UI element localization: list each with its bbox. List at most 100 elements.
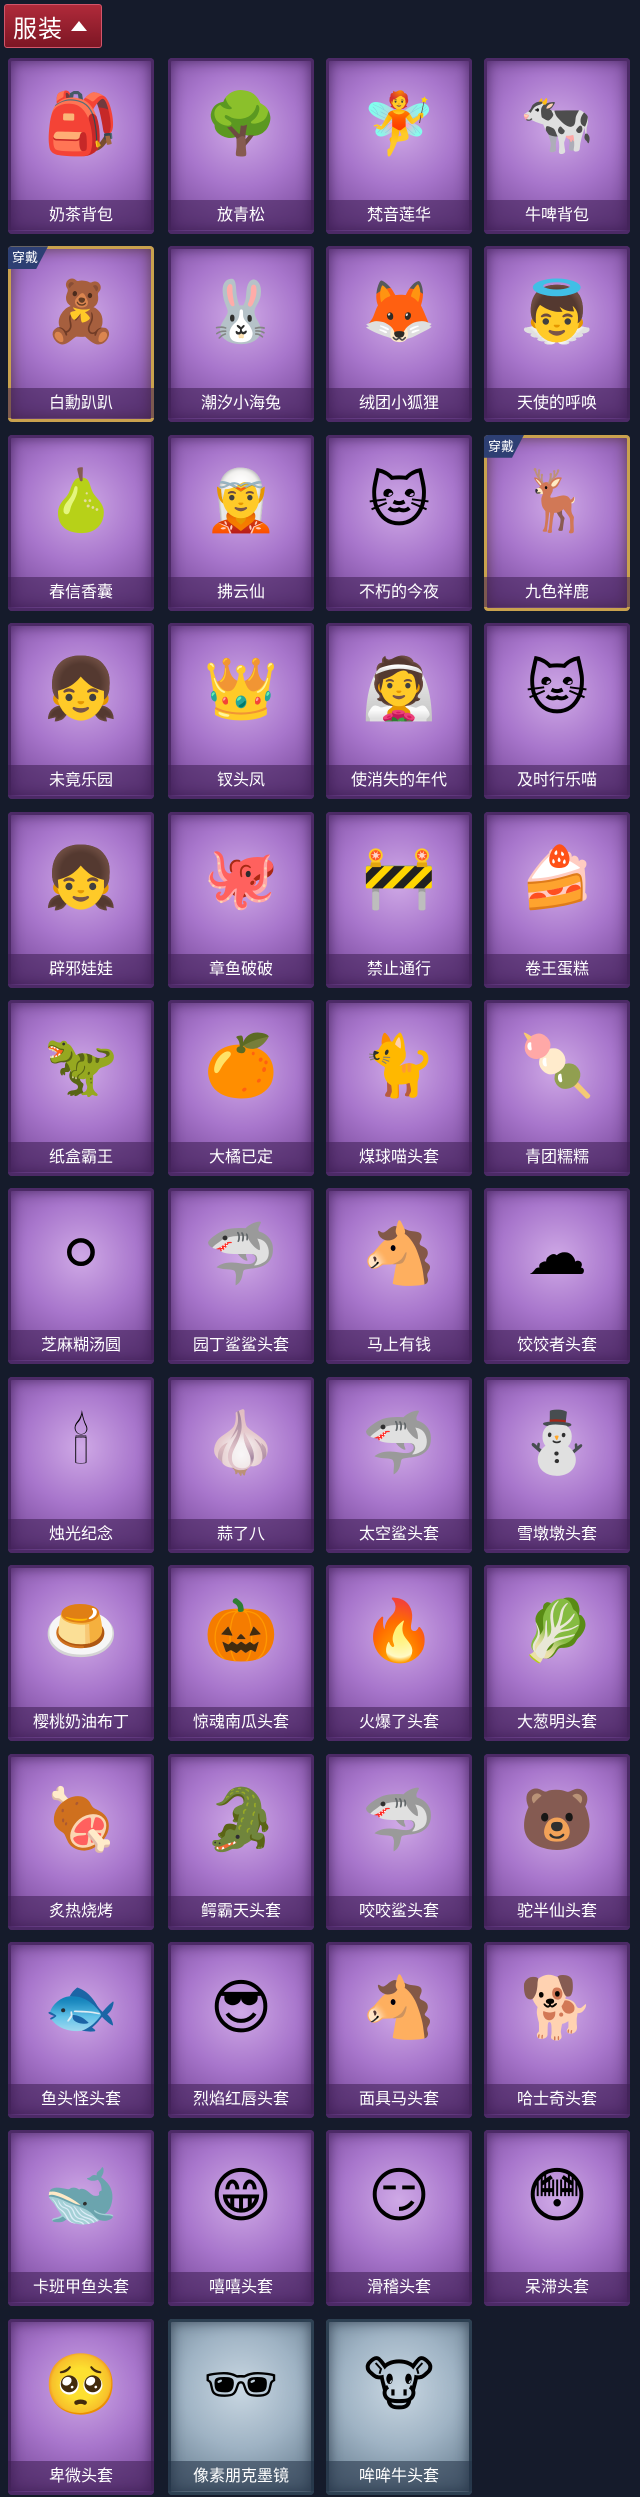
item-name: 驼半仙头套 [484, 1895, 630, 1926]
item-card[interactable]: 🦊 绒团小狐狸 [326, 246, 472, 423]
item-card[interactable]: 🐻 驼半仙头套 [484, 1753, 630, 1930]
item-card[interactable]: 🚧 禁止通行 [326, 811, 472, 988]
item-card[interactable]: 🌳 放青松 [168, 58, 314, 234]
item-card[interactable]: 👧 辟邪娃娃 [8, 811, 154, 988]
dino-box-icon: 🦖 [43, 1031, 119, 1101]
item-card[interactable]: 🍡 青团糯糯 [484, 1000, 630, 1176]
item-name: 烛光纪念 [8, 1518, 154, 1549]
bag-icon: 🎒 [43, 89, 119, 159]
blue-rabbit-icon: 🐰 [203, 277, 279, 348]
item-card[interactable]: 👑 钗头凤 [168, 623, 314, 800]
item-card[interactable]: 🦖 纸盒霸王 [8, 1000, 154, 1176]
octopus-icon: 🐙 [203, 842, 279, 913]
item-name: 卷王蛋糕 [484, 953, 630, 984]
item-card[interactable]: 🧄 蒜了八 [168, 1376, 314, 1553]
item-card[interactable]: ⚪ 芝麻糊汤圆 [8, 1188, 154, 1365]
grin-emoji-icon: 😁 [209, 2161, 273, 2232]
item-name: 牛啤背包 [484, 200, 630, 230]
item-card[interactable]: 🐰 潮汐小海兔 [168, 246, 314, 423]
item-card[interactable]: 👰 使消失的年代 [326, 623, 472, 800]
item-card[interactable]: 🐈 煤球喵头套 [326, 1000, 472, 1176]
item-card[interactable]: 👧 未竟乐园 [8, 623, 154, 800]
barrel-icon: 🐄 [519, 89, 595, 159]
item-name: 大橘已定 [168, 1142, 314, 1172]
item-card[interactable]: 👼 天使的呼唤 [484, 246, 630, 423]
horse-icon: 🐴 [361, 1219, 437, 1290]
item-name: 不朽的今夜 [326, 576, 472, 607]
item-name: 白勳趴趴 [8, 388, 154, 419]
item-name: 辟邪娃娃 [8, 953, 154, 984]
item-name: 呆滞头套 [484, 2272, 630, 2303]
husky-icon: 🐕 [519, 1973, 595, 2043]
item-name: 煤球喵头套 [326, 1142, 472, 1172]
item-name: 梵音莲华 [326, 200, 472, 230]
space-shark-icon: 🦈 [361, 1407, 437, 1478]
item-name: 蒜了八 [168, 1518, 314, 1549]
item-card[interactable]: 😁 嘻嘻头套 [168, 2130, 314, 2307]
item-name: 咬咬鲨头套 [326, 1895, 472, 1926]
item-card[interactable]: 🍊 大橘已定 [168, 1000, 314, 1176]
category-tab-clothing[interactable]: 服装 [4, 4, 102, 48]
item-name: 嘻嘻头套 [168, 2272, 314, 2303]
item-name: 鳄霸天头套 [168, 1895, 314, 1926]
item-card[interactable]: ☁ 饺饺者头套 [484, 1188, 630, 1365]
item-card[interactable]: 🕯 烛光纪念 [8, 1376, 154, 1553]
fairy-icon: 🧝 [203, 465, 279, 536]
item-card[interactable]: 🍮 樱桃奶油布丁 [8, 1565, 154, 1742]
item-card[interactable]: 😏 滑稽头套 [326, 2130, 472, 2307]
item-card[interactable]: 😳 呆滞头套 [484, 2130, 630, 2307]
item-card[interactable]: 🐱 及时行乐喵 [484, 623, 630, 800]
item-card[interactable]: 🧚 梵音莲华 [326, 58, 472, 234]
item-card[interactable]: 😎 烈焰红唇头套 [168, 1942, 314, 2118]
bbq-icon: 🍖 [43, 1784, 119, 1855]
item-card[interactable]: 🔥 火爆了头套 [326, 1565, 472, 1742]
item-name: 太空鲨头套 [326, 1518, 472, 1549]
item-card[interactable]: 🐋 卡班甲鱼头套 [8, 2130, 154, 2307]
collapse-arrow-icon[interactable] [71, 21, 87, 31]
category-title: 服装 [13, 14, 63, 43]
item-card[interactable]: 🍰 卷王蛋糕 [484, 811, 630, 988]
item-card[interactable]: 🦌 穿戴 九色祥鹿 [484, 434, 630, 611]
item-card[interactable]: 🦈 太空鲨头套 [326, 1376, 472, 1553]
item-card[interactable]: 🐊 鳄霸天头套 [168, 1753, 314, 1930]
item-card[interactable]: 🦈 园丁鲨鲨头套 [168, 1188, 314, 1365]
item-card[interactable]: ⛄ 雪墩墩头套 [484, 1376, 630, 1553]
item-name: 绒团小狐狸 [326, 388, 472, 419]
item-name: 滑稽头套 [326, 2272, 472, 2303]
item-card[interactable]: 🎒 奶茶背包 [8, 58, 154, 234]
bonsai-icon: 🌳 [203, 89, 279, 159]
item-card[interactable]: 🐟 鱼头怪头套 [8, 1942, 154, 2118]
item-card[interactable]: 🧝 拂云仙 [168, 434, 314, 611]
item-card[interactable]: 🎃 惊魂南瓜头套 [168, 1565, 314, 1742]
item-card[interactable]: 🍖 炙热烧烤 [8, 1753, 154, 1930]
item-card[interactable]: 🕶 像素朋克墨镜 [168, 2318, 314, 2495]
item-card[interactable]: 🥬 大葱明头套 [484, 1565, 630, 1742]
item-card[interactable]: 🧸 穿戴 白勳趴趴 [8, 246, 154, 423]
shark-bee-icon: 🦈 [203, 1219, 279, 1290]
item-card[interactable]: 🐱 不朽的今夜 [326, 434, 472, 611]
item-card[interactable]: 🥺 卑微头套 [8, 2318, 154, 2495]
item-name: 园丁鲨鲨头套 [168, 1330, 314, 1361]
item-name: 哈士奇头套 [484, 2084, 630, 2114]
pumpkin-icon: 🎃 [203, 1596, 279, 1667]
item-card[interactable]: 🍐 春信香囊 [8, 434, 154, 611]
pink-cat-icon: 🐱 [367, 465, 431, 536]
item-card[interactable]: 🐴 面具马头套 [326, 1942, 472, 2118]
snowman-icon: ⛄ [519, 1407, 595, 1478]
item-card[interactable]: 🐮 哞哞牛头套 [326, 2318, 472, 2495]
yellow-mask-icon: 😎 [209, 1973, 273, 2043]
item-name: 烈焰红唇头套 [168, 2084, 314, 2114]
item-card[interactable]: 🐄 牛啤背包 [484, 58, 630, 234]
item-card[interactable]: 🦈 咬咬鲨头套 [326, 1753, 472, 1930]
item-name: 天使的呼唤 [484, 388, 630, 419]
pixel-sunglasses-icon: 🕶 [202, 2349, 280, 2420]
item-name: 纸盒霸王 [8, 1142, 154, 1172]
item-card[interactable]: 🐕 哈士奇头套 [484, 1942, 630, 2118]
crocodile-icon: 🐊 [203, 1784, 279, 1855]
veil-doll-icon: 👰 [361, 654, 437, 725]
cloud-dumpling-icon: ☁ [527, 1219, 587, 1290]
item-card[interactable]: 🐙 章鱼破破 [168, 811, 314, 988]
item-name: 大葱明头套 [484, 1707, 630, 1738]
item-card[interactable]: 🐴 马上有钱 [326, 1188, 472, 1365]
pudding-icon: 🍮 [43, 1596, 119, 1667]
